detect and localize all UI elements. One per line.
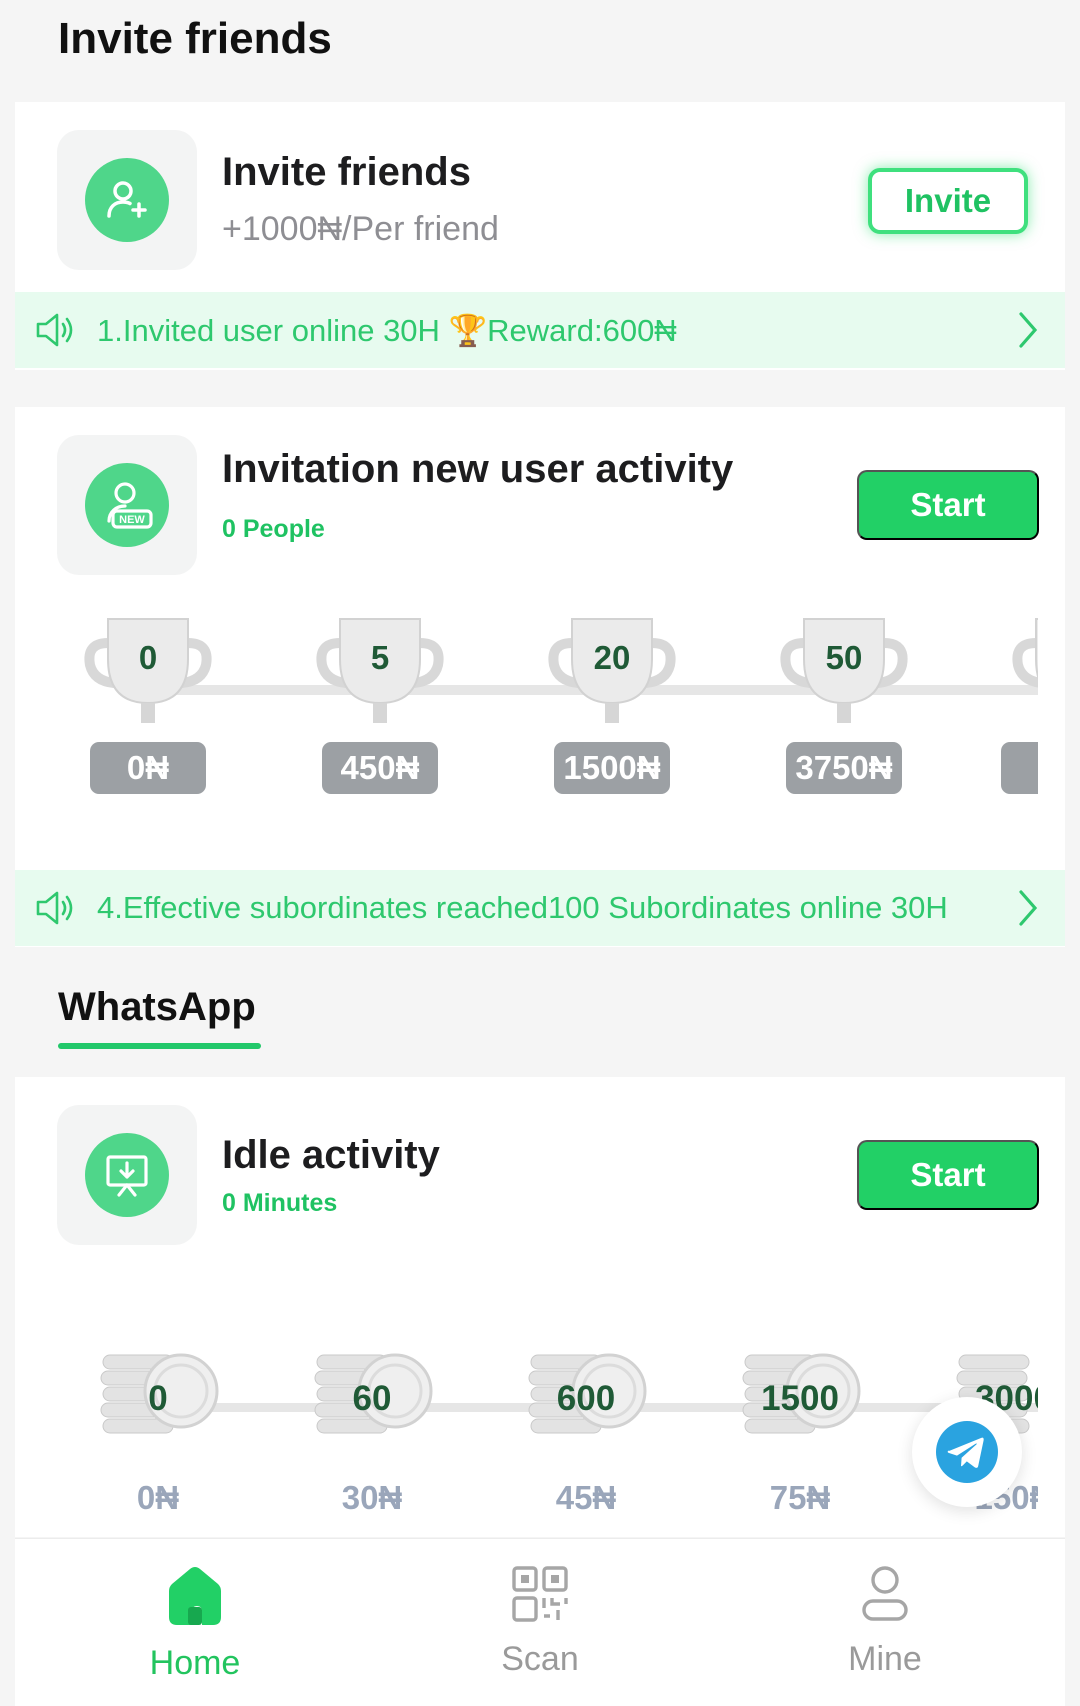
- invitation-activity-card: NEW Invitation new user activity 0 Peopl…: [15, 407, 1065, 947]
- tab-home-label: Home: [149, 1644, 241, 1682]
- milestone-item: 0 0₦: [83, 1327, 233, 1537]
- chevron-right-icon: [1019, 312, 1038, 348]
- notice-bar-1[interactable]: 1.Invited user online 30H 🏆Reward:600₦: [15, 292, 1065, 368]
- invite-button[interactable]: Invite: [868, 168, 1028, 234]
- bottom-tab-bar: Home Scan Mine: [15, 1538, 1065, 1706]
- invite-title: Invite friends: [222, 150, 471, 194]
- notice-bar-2[interactable]: 4.Effective subordinates reached100 Subo…: [15, 870, 1065, 946]
- user-icon: [862, 1566, 908, 1621]
- milestone-item: 600 45₦: [511, 1327, 661, 1537]
- page-title: Invite friends: [58, 14, 332, 63]
- milestone-threshold: 0: [148, 1379, 168, 1418]
- tab-scan[interactable]: Scan: [440, 1565, 640, 1679]
- milestone-threshold: 0: [138, 639, 158, 676]
- milestone-reward: 450₦: [322, 742, 438, 794]
- milestone-item: 60 30₦: [297, 1327, 447, 1537]
- milestone-item: 1500 75₦: [725, 1327, 875, 1537]
- user-plus-icon: [85, 158, 169, 242]
- milestone-item: 5 450₦: [305, 607, 455, 807]
- start-idle-button[interactable]: Start: [857, 1140, 1039, 1210]
- notice-text-2: 4.Effective subordinates reached100 Subo…: [97, 890, 948, 925]
- activity-title: Invitation new user activity: [222, 447, 734, 491]
- tab-mine-label: Mine: [848, 1640, 922, 1678]
- milestone-item: 50 3750₦: [769, 607, 919, 807]
- invite-icon-tile: [57, 130, 197, 270]
- milestone-reward: 0₦: [90, 742, 206, 794]
- milestone-item-partial: [1001, 607, 1038, 807]
- milestone-threshold: 1500: [761, 1379, 839, 1418]
- invite-subtitle: +1000₦/Per friend: [222, 210, 499, 248]
- presentation-icon: [85, 1133, 169, 1217]
- milestone-item: 0 0₦: [73, 607, 223, 807]
- milestone-item: 20 1500₦: [537, 607, 687, 807]
- milestone-reward: 30₦: [341, 1479, 403, 1516]
- notice-text-1: 1.Invited user online 30H 🏆Reward:600₦: [97, 312, 677, 348]
- milestone-threshold: 600: [556, 1379, 616, 1418]
- milestone-threshold: 50: [825, 639, 863, 676]
- svg-text:NEW: NEW: [119, 514, 145, 526]
- activity-icon-tile: NEW: [57, 435, 197, 575]
- milestone-reward: 1500₦: [554, 742, 670, 794]
- idle-minutes: 0 Minutes: [222, 1189, 338, 1217]
- milestone-reward: 75₦: [769, 1479, 831, 1516]
- idle-icon-tile: [57, 1105, 197, 1245]
- chevron-right-icon: [1019, 890, 1038, 926]
- speaker-icon: [36, 313, 73, 347]
- tab-home[interactable]: Home: [95, 1565, 295, 1683]
- milestone-reward: 0₦: [136, 1479, 180, 1516]
- idle-title: Idle activity: [222, 1133, 440, 1177]
- tab-scan-label: Scan: [501, 1640, 579, 1678]
- invitation-milestones: 0 0₦ 5 450₦ 20 1500₦ 50 3750₦: [73, 607, 1038, 807]
- milestone-reward: 3750₦: [786, 742, 902, 794]
- milestone-reward-partial: [1001, 742, 1038, 794]
- trophy-icon: [1012, 618, 1038, 688]
- tab-mine[interactable]: Mine: [785, 1565, 985, 1679]
- activity-people-count: 0 People: [222, 515, 325, 543]
- milestone-threshold: 20: [593, 639, 631, 676]
- milestone-threshold: 5: [370, 639, 390, 676]
- new-user-icon: NEW: [85, 463, 169, 547]
- start-invitation-button[interactable]: Start: [857, 470, 1039, 540]
- tab-underline: [58, 1043, 261, 1049]
- milestone-threshold: 60: [352, 1379, 392, 1418]
- telegram-icon: [936, 1421, 998, 1483]
- idle-activity-card: Idle activity 0 Minutes Start 0 0₦ 60 30…: [15, 1077, 1065, 1537]
- telegram-float-button[interactable]: [912, 1397, 1022, 1507]
- speaker-icon: [36, 891, 73, 925]
- qr-icon: [512, 1566, 568, 1622]
- tab-whatsapp[interactable]: WhatsApp: [58, 985, 256, 1030]
- milestone-reward: 45₦: [555, 1479, 617, 1516]
- idle-milestones: 0 0₦ 60 30₦ 600 45₦ 1500 75₦ 300 50: [73, 1327, 1038, 1537]
- home-icon: [169, 1567, 221, 1625]
